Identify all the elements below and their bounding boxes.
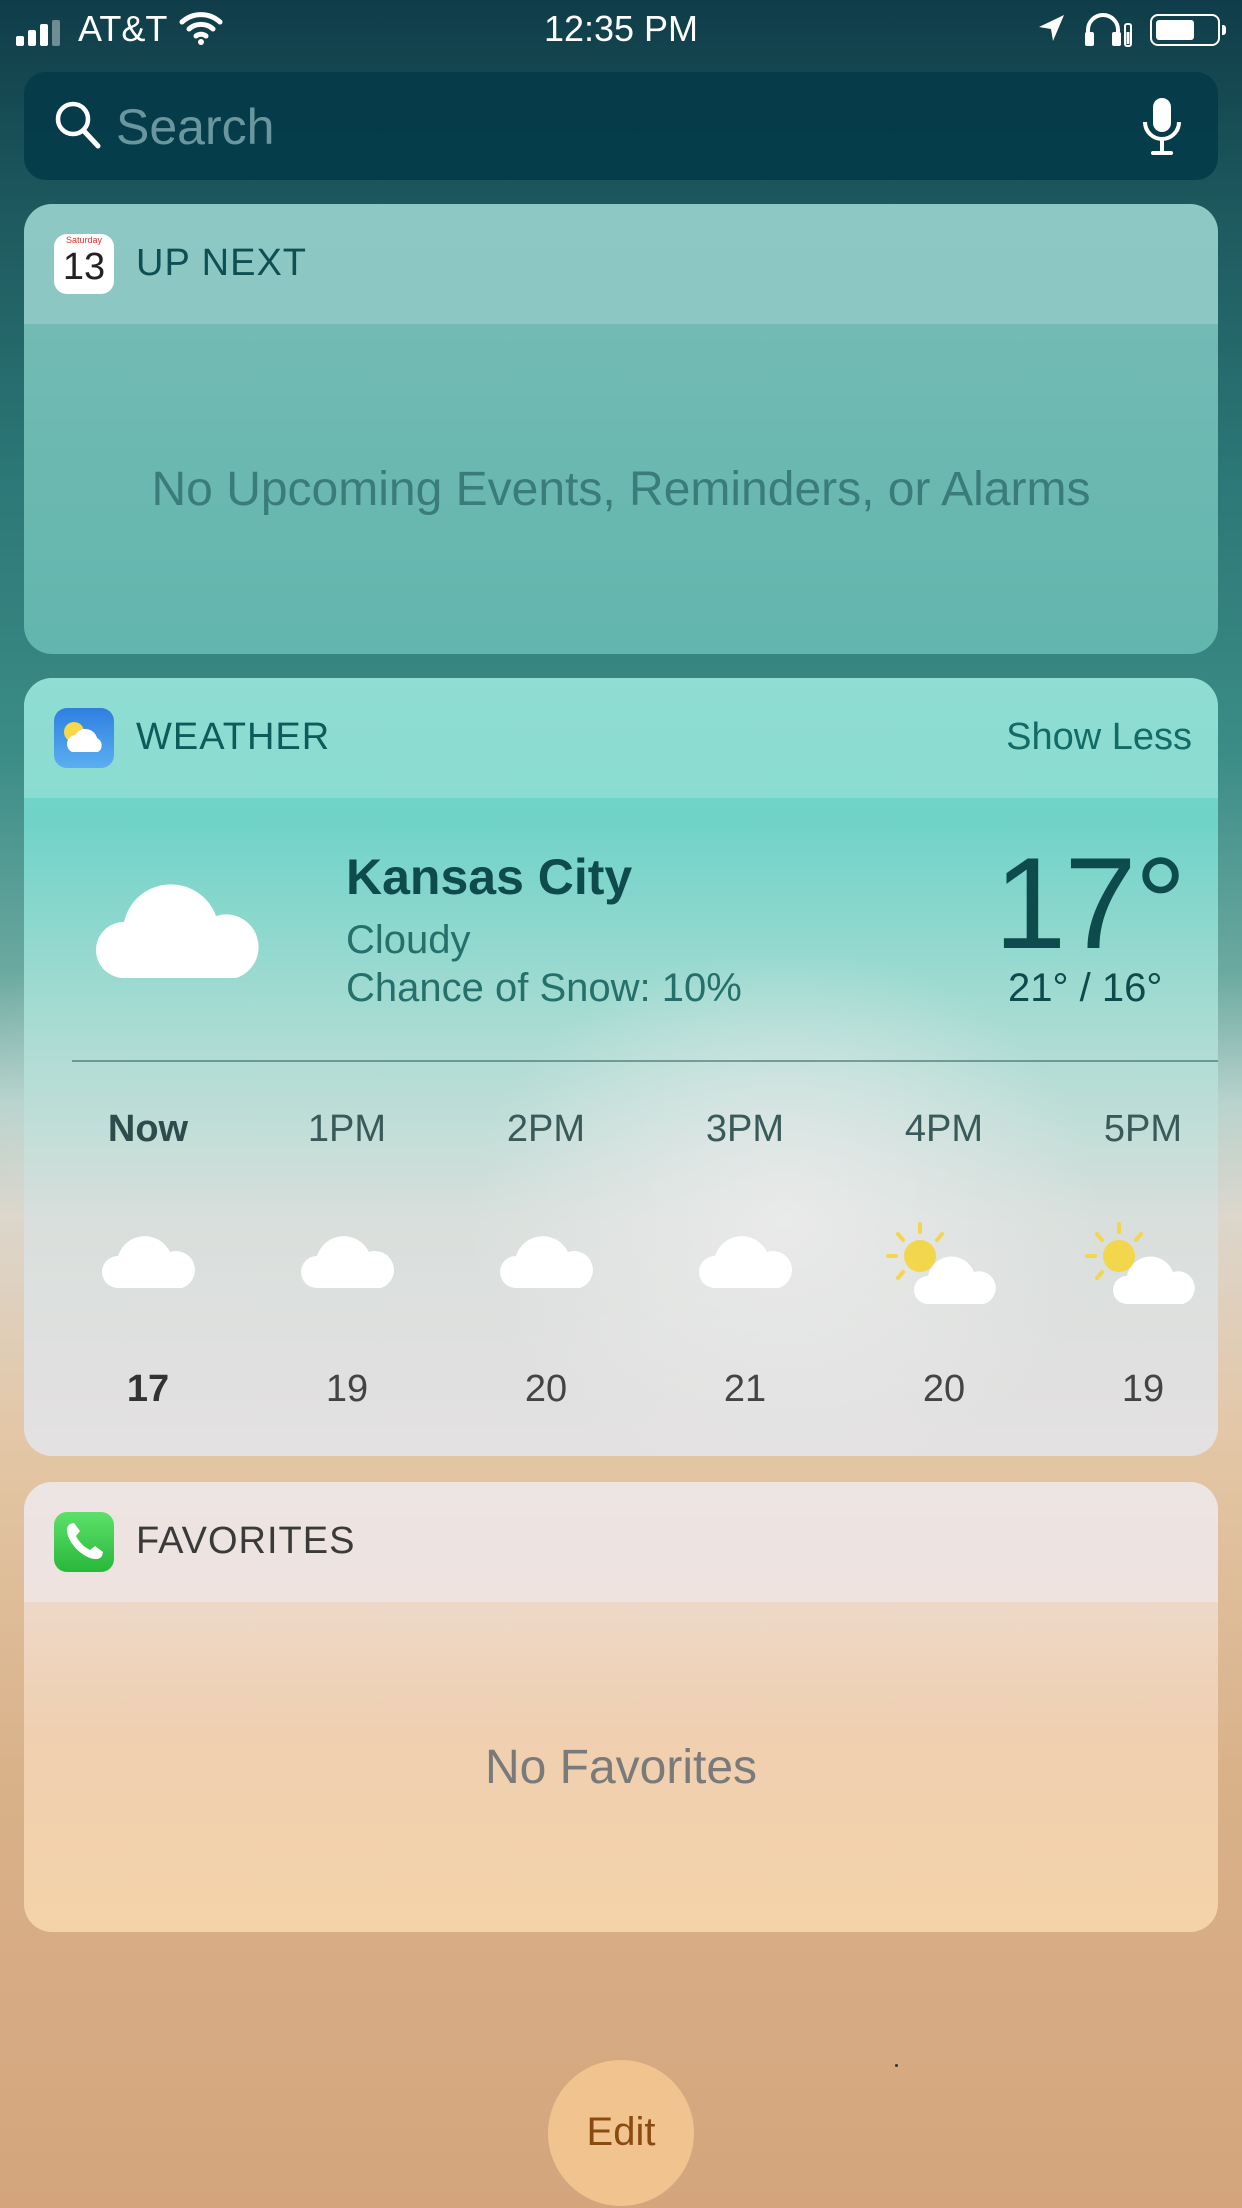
hour-temperature: 20	[922, 1368, 966, 1410]
hour-temperature: 19	[1121, 1368, 1165, 1410]
hour-label: 4PM	[904, 1108, 984, 1150]
hour-label: 5PM	[1103, 1108, 1183, 1150]
hourly-forecast-now: Now 17	[58, 678, 238, 1456]
hour-label: 2PM	[506, 1108, 586, 1150]
stray-dot	[895, 2064, 898, 2067]
microphone-icon[interactable]	[1140, 96, 1184, 158]
hourly-forecast-4pm: 4PM 20	[854, 678, 1034, 1456]
favorites-widget: FAVORITES No Favorites	[24, 1482, 1218, 1932]
search-icon	[55, 101, 101, 149]
up-next-header[interactable]: Saturday 13 UP NEXT	[24, 204, 1218, 324]
location-arrow-icon	[1039, 15, 1064, 41]
hour-label: Now	[107, 1108, 189, 1150]
hourly-forecast-3pm: 3PM 21	[655, 678, 835, 1456]
search-bar[interactable]: Search	[24, 72, 1218, 180]
edit-button[interactable]: Edit	[548, 2060, 694, 2206]
favorites-empty-message: No Favorites	[484, 1741, 758, 1794]
up-next-title: UP NEXT	[136, 242, 308, 284]
hour-temperature: 20	[524, 1368, 568, 1410]
partly-sunny-icon	[1085, 1222, 1195, 1304]
cloud-icon	[102, 1236, 195, 1288]
cloud-icon	[500, 1236, 593, 1288]
divider	[72, 1060, 1218, 1062]
calendar-icon: Saturday 13	[54, 234, 114, 294]
hour-temperature: 21	[723, 1368, 767, 1410]
status-bar: AT&T 12:35 PM	[0, 0, 1242, 60]
headphones-icon	[1085, 13, 1132, 47]
partly-sunny-icon	[886, 1222, 996, 1304]
hourly-forecast-1pm: 1PM 19	[257, 678, 437, 1456]
calendar-day-label: Saturday	[65, 235, 103, 245]
battery-icon	[1150, 14, 1226, 46]
cloud-icon	[699, 1236, 792, 1288]
edit-button-label: Edit	[586, 2110, 656, 2154]
phone-icon	[54, 1512, 114, 1572]
search-input[interactable]: Search	[116, 98, 274, 156]
hour-temperature: 19	[325, 1368, 369, 1410]
weather-widget: WEATHER Show Less Kansas City Cloudy Cha…	[24, 678, 1218, 1456]
cloud-icon	[301, 1236, 394, 1288]
hour-label: 3PM	[705, 1108, 785, 1150]
favorites-title: FAVORITES	[136, 1520, 356, 1562]
favorites-header[interactable]: FAVORITES	[24, 1482, 1218, 1602]
hour-temperature: 17	[126, 1368, 170, 1410]
hourly-forecast-2pm: 2PM 20	[456, 678, 636, 1456]
hour-label: 1PM	[307, 1108, 387, 1150]
up-next-widget: Saturday 13 UP NEXT No Upcoming Events, …	[24, 204, 1218, 654]
up-next-empty-message: No Upcoming Events, Reminders, or Alarms	[151, 463, 1091, 516]
hourly-forecast-5pm: 5PM 19	[1053, 678, 1218, 1456]
calendar-date-label: 13	[62, 246, 106, 288]
